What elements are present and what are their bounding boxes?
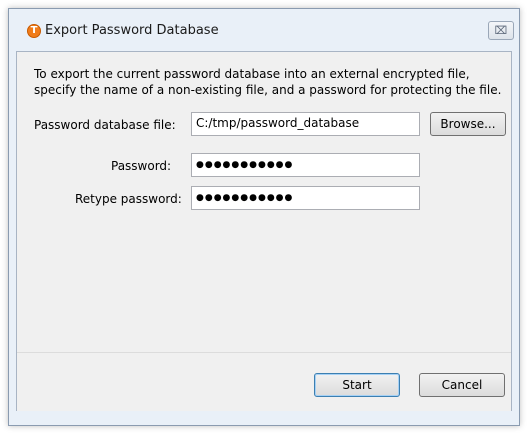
app-logo-icon: T — [27, 24, 41, 38]
retype-password-label: Retype password: — [75, 192, 182, 206]
close-button[interactable]: ⌧ — [488, 21, 514, 40]
password-mask: ●●●●●●●●●●● — [196, 160, 294, 170]
export-dialog: T Export Password Database ⌧ To export t… — [8, 8, 520, 426]
retype-password-input[interactable]: ●●●●●●●●●●● — [191, 186, 420, 210]
password-label: Password: — [111, 159, 172, 173]
title-bar[interactable]: T Export Password Database ⌧ — [9, 9, 519, 51]
dialog-title: Export Password Database — [45, 23, 219, 38]
retype-password-mask: ●●●●●●●●●●● — [196, 193, 294, 203]
start-button[interactable]: Start — [314, 373, 400, 397]
password-input[interactable]: ●●●●●●●●●●● — [191, 153, 420, 177]
description: To export the current password database … — [34, 66, 514, 98]
description-line-2: specify the name of a non-existing file,… — [34, 83, 502, 97]
browse-button[interactable]: Browse... — [430, 112, 506, 136]
cancel-button[interactable]: Cancel — [419, 373, 505, 397]
file-path-input[interactable]: C:/tmp/password_database — [191, 112, 420, 136]
file-path-value: C:/tmp/password_database — [196, 116, 360, 130]
description-line-1: To export the current password database … — [34, 67, 470, 81]
close-icon: ⌧ — [494, 24, 508, 37]
button-bar: Start Cancel — [17, 352, 511, 411]
file-label: Password database file: — [34, 118, 176, 132]
dialog-body: To export the current password database … — [16, 51, 512, 411]
